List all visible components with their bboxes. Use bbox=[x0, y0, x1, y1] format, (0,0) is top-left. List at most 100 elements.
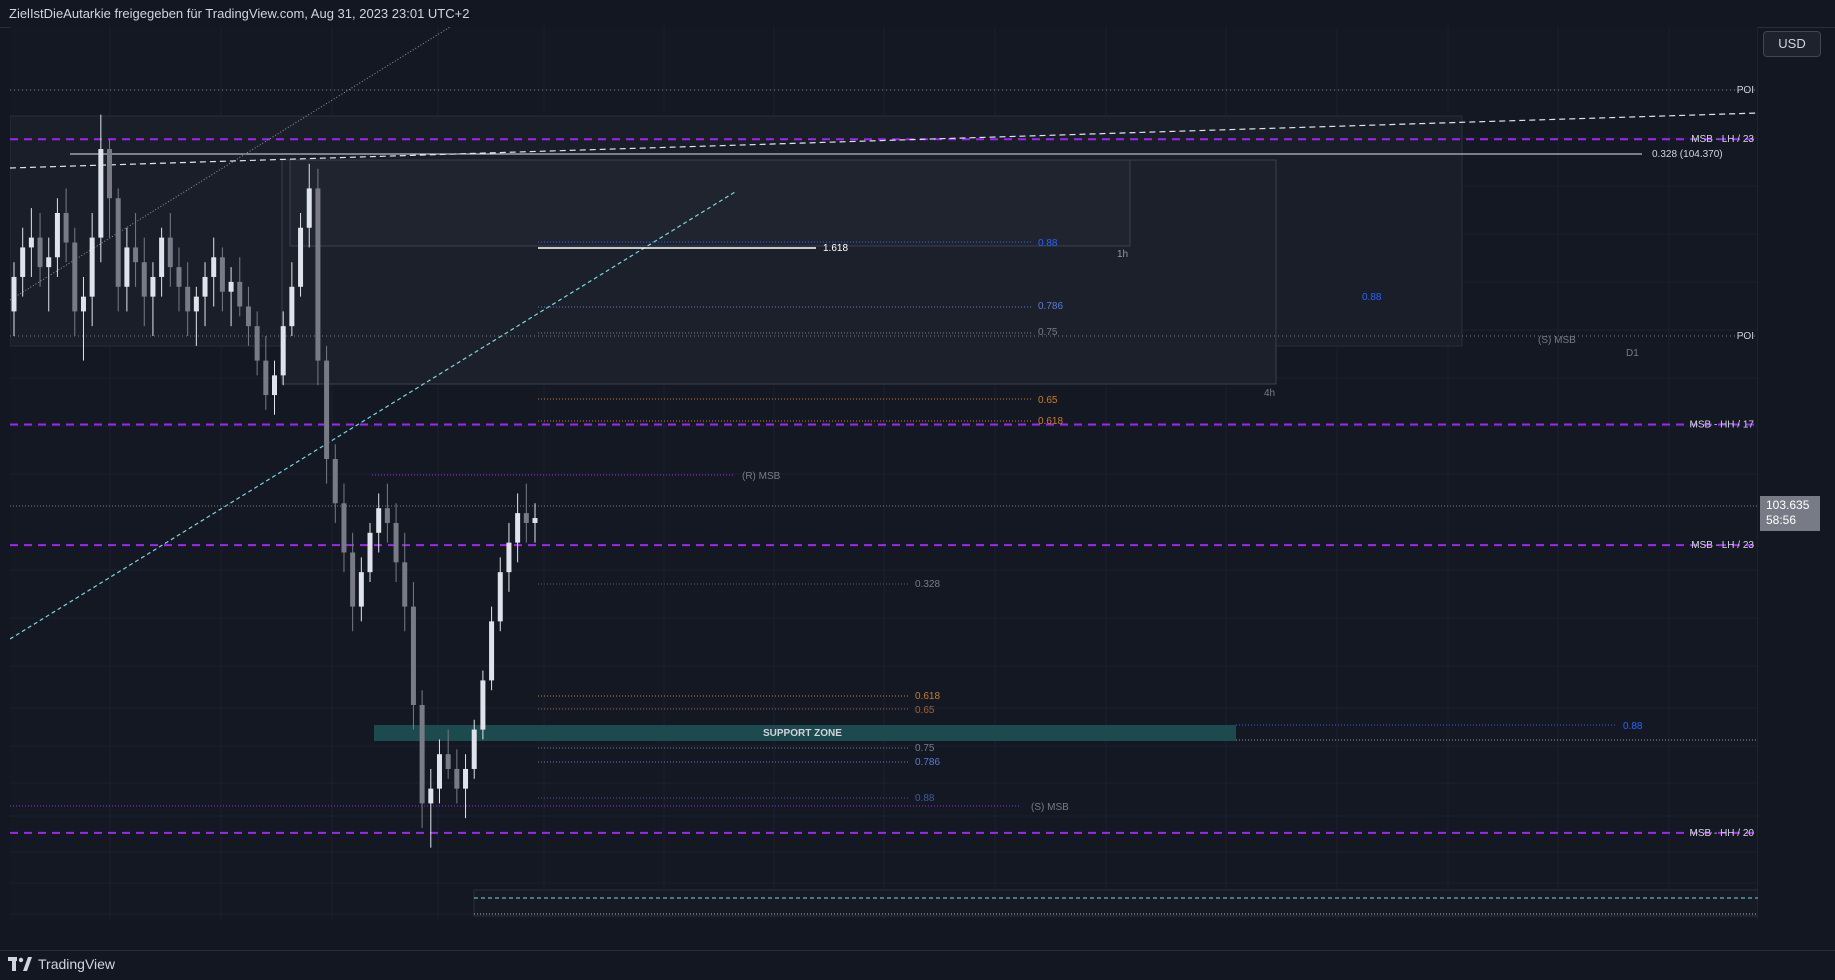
candle-body bbox=[410, 606, 416, 705]
current-price-value: 103.635 bbox=[1766, 498, 1810, 512]
candle-body bbox=[245, 306, 251, 327]
annotation-label: 0.786 bbox=[915, 757, 940, 768]
tradingview-logo-icon bbox=[8, 957, 32, 971]
candle-body bbox=[133, 247, 139, 263]
chart-title: ZielIstDieAutarkie freigegeben für Tradi… bbox=[9, 6, 470, 21]
candle-body bbox=[506, 542, 512, 573]
annotation-label: 0.88 bbox=[1038, 238, 1058, 249]
candle-body bbox=[419, 705, 425, 804]
candle-body bbox=[159, 237, 165, 277]
candle-body bbox=[324, 360, 330, 459]
candle-body bbox=[193, 296, 199, 312]
candle-body bbox=[263, 360, 269, 396]
candle-body bbox=[89, 237, 95, 297]
candle-body bbox=[115, 198, 121, 287]
candle-body bbox=[315, 188, 321, 361]
tradingview-logo-text: TradingView bbox=[38, 956, 116, 972]
bottom-bar: TradingView bbox=[0, 950, 1835, 980]
annotation-label: 4h bbox=[1264, 388, 1275, 399]
h1-zone-box bbox=[289, 159, 1131, 247]
candle-body bbox=[37, 237, 43, 268]
candle-body bbox=[289, 286, 295, 327]
candle-body bbox=[497, 572, 503, 622]
candle-body bbox=[428, 788, 434, 804]
annotation-label: 0.75 bbox=[1038, 327, 1058, 338]
candle-body bbox=[124, 247, 130, 287]
candle-body bbox=[20, 247, 26, 277]
candle-body bbox=[46, 257, 52, 268]
level-label: MSB - HH / 20 bbox=[1690, 828, 1755, 839]
candle-body bbox=[306, 188, 312, 228]
candle-body bbox=[254, 326, 260, 361]
candle-body bbox=[358, 572, 364, 607]
candle-body bbox=[523, 513, 529, 523]
annotation-label: SUPPORT ZONE bbox=[763, 728, 842, 739]
top-bar: ZielIstDieAutarkie freigegeben für Tradi… bbox=[0, 0, 1835, 28]
bottom-zone-box bbox=[473, 889, 1758, 917]
candle-body bbox=[72, 242, 78, 312]
candle-body bbox=[402, 562, 408, 607]
candle-body bbox=[176, 267, 182, 287]
annotation-label: (S) MSB bbox=[1538, 335, 1576, 346]
candle-body bbox=[332, 459, 338, 504]
candle-body bbox=[167, 237, 173, 268]
level-label: MSB - LH / 23 bbox=[1691, 134, 1754, 145]
candle-body bbox=[532, 518, 538, 523]
candle-body bbox=[54, 213, 60, 258]
candle-body bbox=[445, 754, 451, 769]
annotation-label: 0.88 bbox=[1623, 721, 1643, 732]
level-label: MSB - LH / 23 bbox=[1691, 540, 1754, 551]
annotation-label: 0.75 bbox=[915, 743, 935, 754]
candle-body bbox=[107, 149, 113, 199]
annotation-label: 1h bbox=[1117, 249, 1128, 260]
chart-area[interactable]: 104.500104.400104.300104.200104.100104.0… bbox=[10, 27, 1758, 919]
tradingview-logo[interactable]: TradingView bbox=[8, 956, 115, 972]
candle-body bbox=[63, 213, 69, 243]
candle-body bbox=[367, 532, 373, 573]
candle-body bbox=[515, 513, 521, 543]
candle-body bbox=[471, 729, 477, 769]
level-label: POI bbox=[1737, 331, 1754, 342]
annotation-label: 0.328 bbox=[915, 579, 940, 590]
current-price-tag: 103.635 58:56 bbox=[1760, 496, 1820, 531]
candle-body bbox=[280, 326, 286, 376]
annotation-label: 0.618 bbox=[915, 691, 940, 702]
candle-body bbox=[350, 552, 356, 607]
candle-body bbox=[185, 286, 191, 312]
annotation-label: 0.65 bbox=[915, 705, 935, 716]
currency-button[interactable]: USD bbox=[1763, 31, 1821, 57]
countdown-timer: 58:56 bbox=[1766, 513, 1797, 527]
candle-body bbox=[228, 281, 234, 292]
candle-body bbox=[384, 508, 390, 523]
candle-body bbox=[211, 257, 217, 277]
candle-body bbox=[237, 281, 243, 307]
candle-body bbox=[463, 768, 469, 789]
annotation-label: 0.618 bbox=[1038, 416, 1063, 427]
candle-body bbox=[219, 257, 225, 292]
annotation-label: 0.88 bbox=[1362, 292, 1382, 303]
candle-body bbox=[454, 768, 460, 789]
annotation-label: 1.618 bbox=[823, 243, 848, 254]
level-label: POI bbox=[1737, 85, 1754, 96]
candle-body bbox=[98, 149, 104, 238]
candle-body bbox=[376, 508, 382, 533]
annotation-label: 0.786 bbox=[1038, 301, 1063, 312]
price-chart[interactable]: 104.500104.400104.300104.200104.100104.0… bbox=[10, 27, 1758, 919]
level-label: 0.328 (104.370) bbox=[1652, 149, 1723, 160]
candle-body bbox=[11, 276, 17, 312]
annotation-label: 0.65 bbox=[1038, 395, 1058, 406]
candle-body bbox=[393, 522, 399, 563]
candle-body bbox=[28, 237, 34, 248]
candle-body bbox=[436, 754, 442, 789]
candle-body bbox=[80, 296, 86, 312]
candle-body bbox=[141, 262, 147, 297]
level-label: MSB - HH / 17 bbox=[1690, 420, 1755, 431]
annotation-label: D1 bbox=[1626, 348, 1639, 359]
candle-body bbox=[489, 621, 495, 681]
candle-body bbox=[298, 227, 304, 287]
candle-body bbox=[150, 276, 156, 297]
candle-body bbox=[341, 503, 347, 553]
candle-body bbox=[202, 276, 208, 297]
candle-body bbox=[272, 375, 277, 396]
annotation-label: 0.88 bbox=[915, 793, 935, 804]
